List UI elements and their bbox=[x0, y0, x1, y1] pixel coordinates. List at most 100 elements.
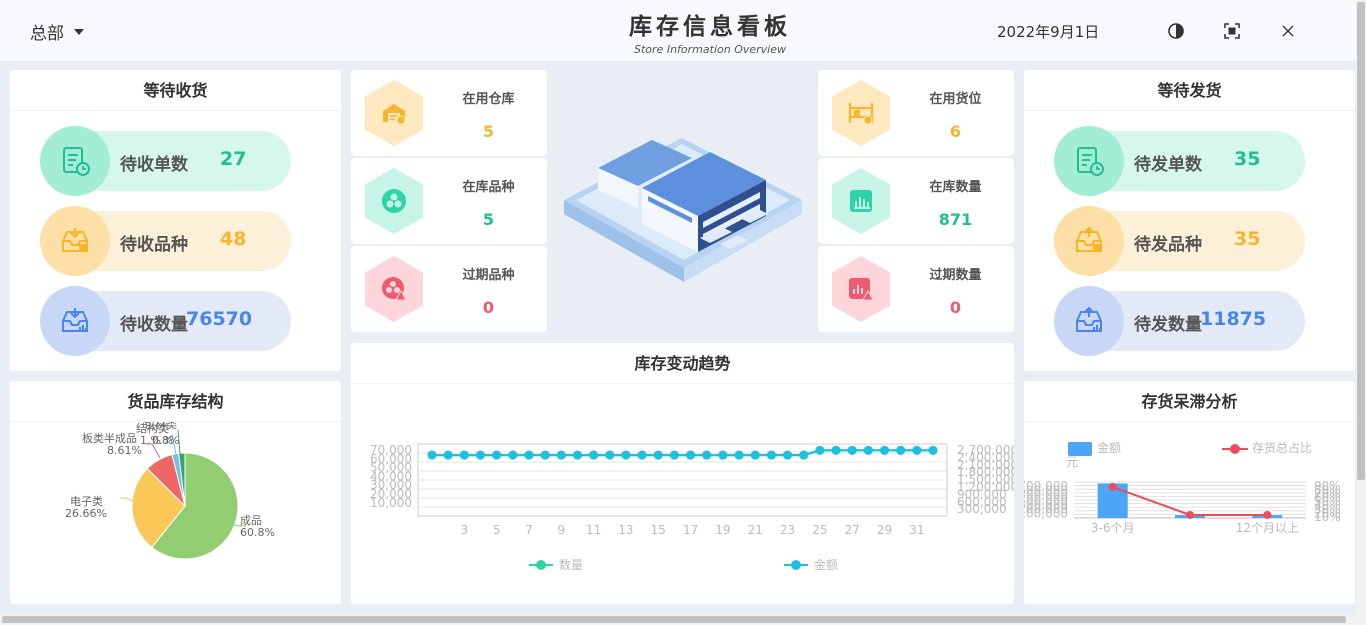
stat-label: 在用货位 bbox=[929, 92, 982, 107]
stagnant-panel: 存货呆滞分析 金额存货总占比元700,000600,000500,000400,… bbox=[1024, 381, 1355, 604]
date-display: 2022年9月1日 bbox=[997, 23, 1100, 41]
pie-chart: 成品60.8%电子类26.66%板类半成品8.61%结构类包材类1.%0.%8% bbox=[65, 422, 275, 560]
stat-value: 0 bbox=[949, 298, 962, 317]
trend-data-point bbox=[831, 445, 841, 455]
trend-data-point bbox=[912, 445, 922, 455]
legend-marker bbox=[1230, 444, 1240, 454]
stat-label: 在库数量 bbox=[929, 180, 982, 195]
shipping-quantity-value: 11875 bbox=[1200, 308, 1267, 330]
trend-data-point bbox=[459, 450, 469, 460]
stat-card-quantity[interactable]: 在库数量 871 bbox=[818, 158, 1014, 244]
trend-panel: 库存变动趋势 70,000 60,000 50,000 40,000 30,000 20,… bbox=[351, 343, 1014, 604]
x-tick-label: 3 bbox=[461, 523, 469, 537]
trend-data-point bbox=[815, 445, 825, 455]
y-left-tick-label: 10,000 bbox=[370, 496, 412, 510]
trend-data-point bbox=[443, 450, 453, 460]
stat-value: 6 bbox=[949, 122, 962, 141]
shipping-quantity-pill[interactable]: 待发数量 11875 bbox=[1054, 286, 1305, 356]
pie-label-value: 8% bbox=[162, 434, 179, 447]
receiving-quantity-label: 待收数量 bbox=[120, 315, 188, 335]
stat-card-varieties[interactable]: 在库品种 5 bbox=[351, 158, 547, 244]
shipping-quantity-label: 待发数量 bbox=[1134, 315, 1202, 335]
pie-label-name: 包材类 bbox=[144, 422, 177, 431]
trend-data-point bbox=[863, 445, 873, 455]
shipping-orders-pill[interactable]: 待发单数 35 bbox=[1054, 126, 1305, 196]
trend-data-point bbox=[492, 450, 502, 460]
unit-label: 元 bbox=[1066, 455, 1078, 469]
pie-label-name: 板类半成品 bbox=[82, 431, 137, 445]
vertical-scrollbar[interactable] bbox=[1356, 0, 1366, 625]
title-block: 库存信息看板 Store Information Overview bbox=[560, 7, 860, 56]
theme-toggle-icon[interactable] bbox=[1167, 22, 1185, 40]
shipping-panel: 等待发货 待发单数 35 待发品种 35 待发数量 11875 bbox=[1024, 70, 1355, 371]
inbox-box-icon bbox=[40, 206, 110, 276]
bar-chart-icon bbox=[832, 168, 890, 234]
trend-data-point bbox=[427, 450, 437, 460]
trend-data-point bbox=[653, 450, 663, 460]
horizontal-scrollbar[interactable] bbox=[0, 614, 1356, 625]
legend-label: 金额 bbox=[1097, 440, 1121, 455]
trend-data-point bbox=[880, 445, 890, 455]
trend-data-point bbox=[734, 450, 744, 460]
x-tick-label: 31 bbox=[909, 523, 924, 537]
trend-data-point bbox=[572, 450, 582, 460]
trend-data-point bbox=[637, 450, 647, 460]
trend-data-point bbox=[750, 450, 760, 460]
y-right-tick-label: 300,000 bbox=[957, 502, 1007, 516]
legend-label: 数量 bbox=[559, 557, 583, 572]
shelf-icon bbox=[832, 80, 890, 146]
trend-data-point bbox=[669, 450, 679, 460]
receiving-orders-pill[interactable]: 待收单数 27 bbox=[40, 126, 291, 196]
legend-marker bbox=[791, 560, 801, 570]
receiving-quantity-value: 76570 bbox=[186, 308, 253, 330]
shipping-orders-label: 待发单数 bbox=[1134, 155, 1202, 175]
shipping-varieties-label: 待发品种 bbox=[1134, 235, 1202, 255]
trend-title: 库存变动趋势 bbox=[351, 343, 1014, 384]
trend-data-point bbox=[540, 450, 550, 460]
legend-bar-swatch bbox=[1068, 442, 1092, 456]
x-tick-label: 15 bbox=[651, 523, 666, 537]
stat-label: 过期数量 bbox=[929, 268, 982, 283]
shipping-varieties-pill[interactable]: 待发品种 35 bbox=[1054, 206, 1305, 276]
expired-varieties-icon bbox=[365, 256, 423, 322]
x-tick-label: 3-6个月 bbox=[1091, 521, 1135, 535]
receiving-varieties-pill[interactable]: 待收品种 48 bbox=[40, 206, 291, 276]
x-tick-label: 13 bbox=[618, 523, 633, 537]
order-list-icon bbox=[1054, 126, 1124, 196]
org-selector[interactable]: 总部 bbox=[30, 19, 84, 44]
inventory-structure-title: 货品库存结构 bbox=[10, 381, 341, 422]
receiving-orders-label: 待收单数 bbox=[120, 155, 188, 175]
stat-card-expired-quantity[interactable]: 过期数量 0 bbox=[818, 246, 1014, 332]
stagnant-bar-chart: 金额存货总占比元700,000600,000500,000400,000300,… bbox=[1024, 440, 1341, 535]
trend-data-point bbox=[589, 450, 599, 460]
trend-data-point bbox=[783, 450, 793, 460]
stat-card-locations[interactable]: 在用货位 6 bbox=[818, 70, 1014, 156]
pie-label-value: 60.8% bbox=[240, 526, 275, 539]
pie-label-name: 电子类 bbox=[70, 494, 103, 508]
trend-data-point bbox=[621, 450, 631, 460]
ratio-point bbox=[1263, 510, 1272, 519]
ratio-point bbox=[1108, 482, 1117, 491]
receiving-panel: 等待收货 待收单数 27 待收品种 48 待收数量 76570 bbox=[10, 70, 341, 371]
stat-card-expired-varieties[interactable]: 过期品种 0 bbox=[351, 246, 547, 332]
trend-data-point bbox=[556, 450, 566, 460]
close-icon[interactable] bbox=[1279, 22, 1297, 40]
stat-value: 5 bbox=[482, 210, 495, 229]
warehouse-icon bbox=[365, 80, 423, 146]
trend-data-point bbox=[928, 445, 938, 455]
receiving-quantity-pill[interactable]: 待收数量 76570 bbox=[40, 286, 291, 356]
trend-data-point bbox=[686, 450, 696, 460]
stat-value: 0 bbox=[482, 298, 495, 317]
expired-chart-icon bbox=[832, 256, 890, 322]
outbox-box-icon bbox=[1054, 206, 1124, 276]
trend-data-point bbox=[718, 450, 728, 460]
order-list-icon bbox=[40, 126, 110, 196]
vertical-scroll-thumb[interactable] bbox=[1357, 2, 1365, 480]
x-tick-label: 25 bbox=[812, 523, 827, 537]
receiving-orders-value: 27 bbox=[220, 148, 247, 170]
shipping-orders-value: 35 bbox=[1234, 148, 1261, 170]
horizontal-scroll-thumb[interactable] bbox=[2, 616, 1346, 623]
stat-card-warehouses[interactable]: 在用仓库 5 bbox=[351, 70, 547, 156]
fullscreen-icon[interactable] bbox=[1223, 22, 1241, 40]
trend-data-point bbox=[508, 450, 518, 460]
